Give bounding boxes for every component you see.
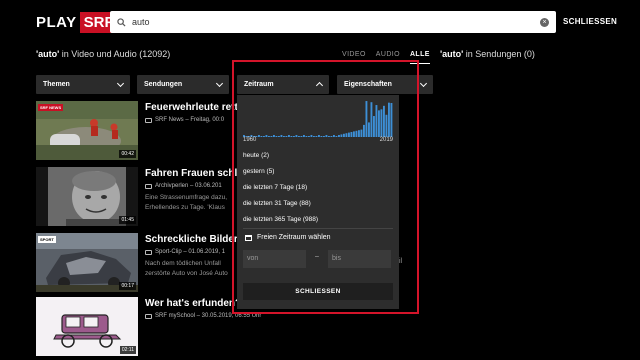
- histogram-bar: [365, 101, 368, 137]
- filter-eigenschaften[interactable]: Eigenschaften: [337, 75, 433, 94]
- option-365-tage[interactable]: die letzten 365 Tage (988): [243, 216, 318, 223]
- shows-count-text: in Sendungen (0): [465, 49, 535, 59]
- custom-range-toggle[interactable]: Freien Zeitraum wählen: [245, 234, 331, 241]
- video-audio-results-count: 'auto' in Video und Audio (12092): [36, 49, 170, 59]
- histogram-bar: [373, 116, 375, 137]
- srf-news-badge: SRF NEWS: [38, 104, 64, 111]
- option-31-tage[interactable]: die letzten 31 Tage (88): [243, 200, 311, 207]
- histogram-bar: [390, 103, 393, 137]
- item-meta-text: SRF mySchool – 30.05.2019, 06:55 Uhr: [155, 313, 262, 319]
- histogram-bar: [378, 110, 380, 137]
- histogram-bar: [383, 105, 385, 137]
- close-search-button[interactable]: SCHLIESSEN: [563, 17, 617, 26]
- close-panel-button[interactable]: SCHLIESSEN: [243, 283, 393, 300]
- filter-zeitraum[interactable]: Zeitraum: [237, 75, 329, 94]
- custom-range-label: Freien Zeitraum wählen: [257, 234, 331, 241]
- video-thumbnail[interactable]: 02:11: [36, 297, 138, 356]
- chevron-down-icon: [215, 79, 224, 87]
- sport-badge: SPORT: [38, 236, 56, 243]
- video-thumbnail[interactable]: SPORT 00:17: [36, 233, 138, 292]
- chevron-down-icon: [419, 79, 428, 87]
- query-text: 'auto': [36, 49, 60, 59]
- filter-themen[interactable]: Themen: [36, 75, 130, 94]
- histogram-bar: [380, 109, 383, 137]
- range-separator: –: [315, 253, 319, 260]
- item-meta: Archivperlen – 03.06.201: [145, 183, 222, 189]
- logo-play-text: PLAY: [36, 14, 77, 31]
- truncated-description-fragment: il: [399, 258, 403, 265]
- duration-label: 01:45: [119, 216, 136, 224]
- histogram-axis: 1960 2019: [243, 137, 393, 143]
- histogram-bar: [368, 122, 370, 137]
- date-to-input[interactable]: bis: [328, 250, 391, 268]
- calendar-icon: [245, 234, 252, 241]
- duration-label: 00:42: [119, 150, 136, 158]
- tab-alle[interactable]: ALLE: [409, 51, 430, 64]
- axis-end-label: 2019: [379, 137, 393, 143]
- item-meta: Sport-Clip – 01.06.2019, 1: [145, 249, 225, 255]
- option-heute[interactable]: heute (2): [243, 152, 269, 159]
- axis-start-label: 1960: [243, 137, 257, 143]
- option-gestern[interactable]: gestern (5): [243, 168, 274, 175]
- tab-audio[interactable]: AUDIO: [376, 51, 400, 64]
- histogram-bar: [360, 129, 363, 137]
- chevron-down-icon: [116, 79, 125, 87]
- filter-zeitraum-label: Zeitraum: [244, 81, 274, 88]
- item-meta-text: Archivperlen – 03.06.201: [155, 183, 222, 189]
- histogram-bar: [358, 130, 360, 137]
- clear-search-icon[interactable]: ×: [540, 17, 549, 27]
- divider: [243, 228, 393, 229]
- item-meta-text: Sport-Clip – 01.06.2019, 1: [155, 249, 226, 255]
- filter-themen-label: Themen: [43, 81, 70, 88]
- search-icon: [110, 17, 132, 27]
- histogram-bar: [370, 102, 373, 137]
- tv-icon: [145, 249, 152, 255]
- tv-icon: [145, 183, 152, 189]
- histogram-bar: [363, 124, 365, 137]
- option-7-tage[interactable]: die letzten 7 Tage (18): [243, 184, 307, 191]
- filter-sendungen[interactable]: Sendungen: [137, 75, 229, 94]
- chevron-up-icon: [315, 81, 324, 90]
- shows-query-text: 'auto': [440, 49, 464, 59]
- item-meta: SRF mySchool – 30.05.2019, 06:55 Uhr: [145, 313, 261, 319]
- zeitraum-dropdown-panel: 1960 2019 heute (2) gestern (5) die letz…: [237, 95, 399, 309]
- item-meta: SRF News – Freitag, 00:0: [145, 117, 224, 123]
- search-bar[interactable]: auto ×: [110, 11, 556, 33]
- duration-label: 00:17: [119, 282, 136, 290]
- search-input[interactable]: auto: [132, 17, 540, 27]
- item-title[interactable]: Feuerwehrleute retten: [145, 102, 249, 113]
- histogram-bar: [388, 102, 390, 137]
- filter-eigenschaften-label: Eigenschaften: [344, 81, 392, 88]
- tv-icon: [145, 117, 152, 123]
- histogram-bar: [385, 114, 388, 137]
- tab-video[interactable]: VIDEO: [342, 51, 366, 64]
- play-srf-logo[interactable]: PLAY SRF: [36, 12, 118, 33]
- results-count-text: in Video und Audio (12092): [61, 49, 171, 59]
- duration-label: 02:11: [119, 346, 136, 354]
- video-thumbnail[interactable]: SRF NEWS 00:42: [36, 101, 138, 160]
- tv-icon: [145, 313, 152, 319]
- shows-results-count[interactable]: 'auto' in Sendungen (0): [440, 49, 535, 59]
- filter-sendungen-label: Sendungen: [144, 81, 183, 88]
- item-meta-text: SRF News – Freitag, 00:0: [155, 117, 225, 123]
- media-type-tabs: VIDEO AUDIO ALLE: [342, 51, 430, 64]
- histogram-bar: [375, 105, 378, 137]
- video-thumbnail[interactable]: 01:45: [36, 167, 138, 226]
- date-from-input[interactable]: von: [243, 250, 306, 268]
